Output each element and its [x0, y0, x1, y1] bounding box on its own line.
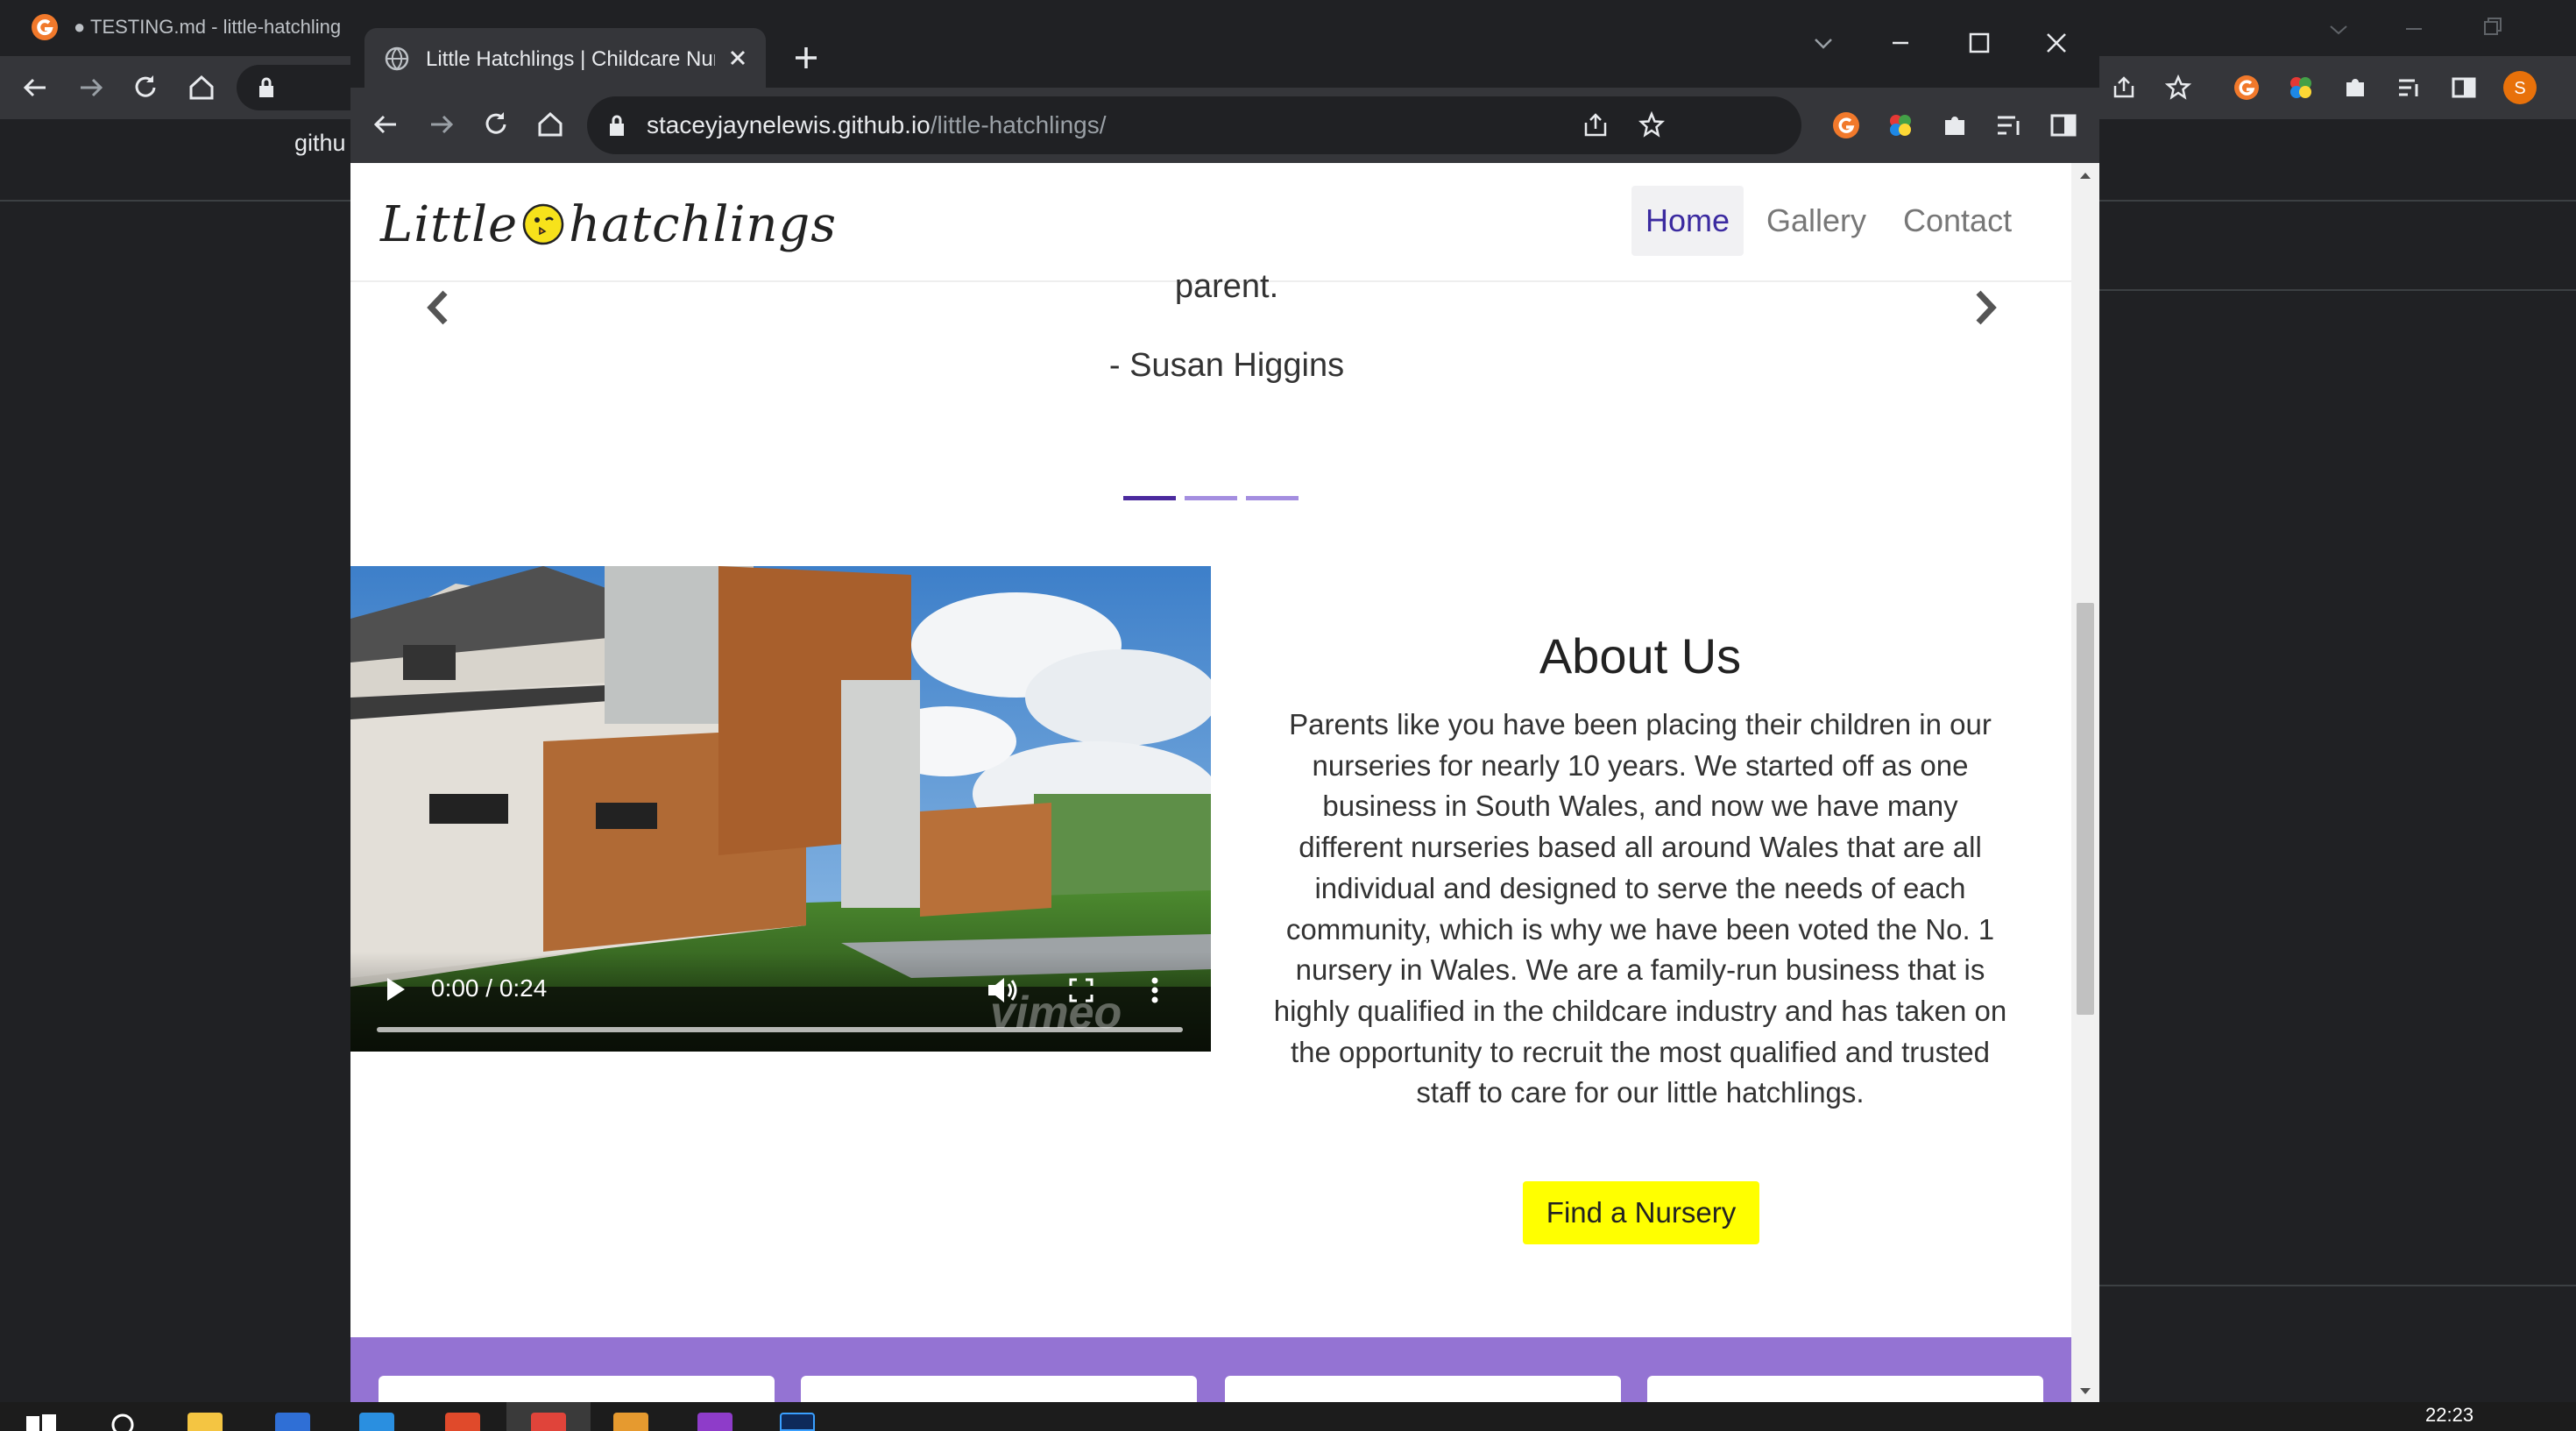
photoshop-icon[interactable] — [780, 1413, 815, 1431]
grammarly-icon — [32, 14, 58, 40]
mail-icon[interactable] — [275, 1413, 310, 1431]
taskbar: 22:23 — [0, 1402, 2576, 1431]
search-icon[interactable] — [109, 1411, 140, 1431]
site-logo[interactable]: Little hatchlings — [380, 189, 837, 259]
reload-icon[interactable] — [130, 72, 161, 103]
svg-text:S: S — [2514, 79, 2525, 98]
scroll-thumb[interactable] — [2077, 603, 2094, 1015]
new-tab-icon[interactable] — [792, 44, 820, 72]
grammarly-extension-icon[interactable] — [2233, 74, 2261, 102]
background-divider — [2099, 200, 2576, 202]
minimize-icon[interactable] — [2401, 16, 2427, 42]
lock-icon[interactable] — [606, 112, 627, 138]
vscode-icon[interactable] — [359, 1413, 394, 1431]
file-explorer-icon[interactable] — [188, 1413, 223, 1431]
url-host: staceyjaynelewis.github.io — [647, 111, 931, 138]
color-picker-extension-icon[interactable] — [2287, 74, 2315, 102]
logo-text-hatchlings: hatchlings — [569, 195, 838, 253]
video-time: 0:00 / 0:24 — [431, 974, 548, 1002]
background-divider — [2099, 289, 2576, 291]
background-url: githu — [294, 130, 346, 156]
close-window-icon[interactable] — [2043, 30, 2070, 56]
spacer — [1982, 0, 1983, 1]
color-picker-extension-icon[interactable] — [1886, 110, 1915, 140]
location-card[interactable] — [801, 1376, 1197, 1402]
tab-title: Little Hatchlings | Childcare Nurs — [426, 47, 715, 71]
reading-list-icon[interactable] — [2396, 74, 2424, 102]
share-icon[interactable] — [2110, 74, 2138, 102]
nav-link-home[interactable]: Home — [1631, 186, 1744, 256]
carousel-next-icon[interactable] — [1968, 286, 2003, 329]
share-icon[interactable] — [1581, 110, 1610, 140]
star-icon[interactable] — [2164, 74, 2192, 102]
active-tab[interactable]: Little Hatchlings | Childcare Nurs — [364, 28, 766, 88]
carousel-indicator-2[interactable] — [1185, 496, 1237, 500]
back-icon[interactable] — [370, 109, 401, 140]
minimize-icon[interactable] — [1887, 30, 1914, 56]
side-panel-icon[interactable] — [2049, 110, 2078, 140]
close-tab-icon[interactable] — [727, 47, 748, 68]
grammarly-extension-icon[interactable] — [1831, 110, 1861, 140]
page-scrollbar[interactable] — [2071, 163, 2099, 1402]
back-icon[interactable] — [19, 72, 51, 103]
restore-icon[interactable] — [2480, 14, 2506, 40]
home-icon[interactable] — [186, 72, 217, 103]
windows-start-icon[interactable] — [26, 1413, 56, 1431]
globe-icon — [385, 46, 409, 71]
reading-list-icon[interactable] — [1994, 110, 2024, 140]
side-panel-icon[interactable] — [2450, 74, 2478, 102]
lock-icon — [259, 77, 273, 97]
testimonial-author: - Susan Higgins — [1108, 347, 1345, 384]
extensions-puzzle-icon[interactable] — [2341, 74, 2369, 102]
logo-text-little: Little — [380, 195, 519, 253]
scroll-up-icon[interactable] — [2078, 170, 2092, 181]
fullscreen-icon[interactable] — [1067, 976, 1095, 1004]
reload-icon[interactable] — [480, 109, 512, 140]
carousel-indicator-3[interactable] — [1246, 496, 1299, 500]
browser-toolbar: staceyjaynelewis.github.io/little-hatchl… — [350, 88, 2099, 163]
maximize-icon[interactable] — [1966, 30, 1992, 56]
scroll-down-icon[interactable] — [2078, 1386, 2092, 1397]
carousel-indicator-1[interactable] — [1123, 496, 1176, 500]
bookmark-star-icon[interactable] — [1637, 110, 1667, 140]
find-a-nursery-button[interactable]: Find a Nursery — [1523, 1181, 1759, 1244]
nursery-video[interactable]: 0:00 / 0:24 vimeo — [350, 566, 1211, 1052]
address-bar[interactable]: staceyjaynelewis.github.io/little-hatchl… — [587, 96, 1801, 154]
tabstrip: Little Hatchlings | Childcare Nurs — [350, 14, 2099, 88]
background-divider — [0, 200, 350, 202]
tab-search-chevron-icon[interactable] — [1810, 30, 1836, 56]
chrome-icon[interactable] — [531, 1413, 566, 1431]
site-navbar: Little hatchlings Home Gallery Contact — [350, 163, 2071, 282]
video-progress-bar[interactable] — [377, 1027, 1183, 1032]
page-viewport: Little hatchlings Home Gallery Contact p… — [350, 163, 2071, 1402]
home-icon[interactable] — [534, 109, 566, 140]
clock: 22:23 — [2425, 1404, 2474, 1426]
browser-window: Little Hatchlings | Childcare Nurs stace… — [350, 14, 2099, 1402]
chevron-down-icon[interactable] — [2325, 16, 2352, 42]
chick-logo-icon — [522, 203, 564, 245]
location-card[interactable] — [1647, 1376, 2043, 1402]
location-card[interactable] — [1225, 1376, 1621, 1402]
app-icon[interactable] — [697, 1413, 732, 1431]
about-body: Parents like you have been placing their… — [1273, 708, 2007, 1109]
testimonial-quote: parent. — [1174, 268, 1279, 305]
app-icon[interactable] — [613, 1413, 648, 1431]
forward-icon[interactable] — [426, 109, 457, 140]
location-card[interactable] — [379, 1376, 775, 1402]
background-divider — [2099, 1285, 2576, 1286]
more-options-icon[interactable] — [1146, 974, 1164, 1006]
profile-avatar-icon[interactable]: S — [2502, 70, 2537, 105]
url-path: /little-hatchlings/ — [930, 111, 1107, 138]
volume-icon[interactable] — [985, 974, 1020, 1006]
play-icon[interactable] — [382, 974, 408, 1004]
url-text: staceyjaynelewis.github.io/little-hatchl… — [647, 111, 1107, 139]
nav-link-gallery[interactable]: Gallery — [1752, 186, 1880, 256]
about-title: About Us — [1539, 628, 1742, 684]
app-icon[interactable] — [445, 1413, 480, 1431]
background-tab-title[interactable]: ● TESTING.md - little-hatchling — [74, 16, 341, 39]
extensions-puzzle-icon[interactable] — [1940, 110, 1970, 140]
nav-link-contact[interactable]: Contact — [1889, 186, 2026, 256]
forward-icon[interactable] — [75, 72, 107, 103]
